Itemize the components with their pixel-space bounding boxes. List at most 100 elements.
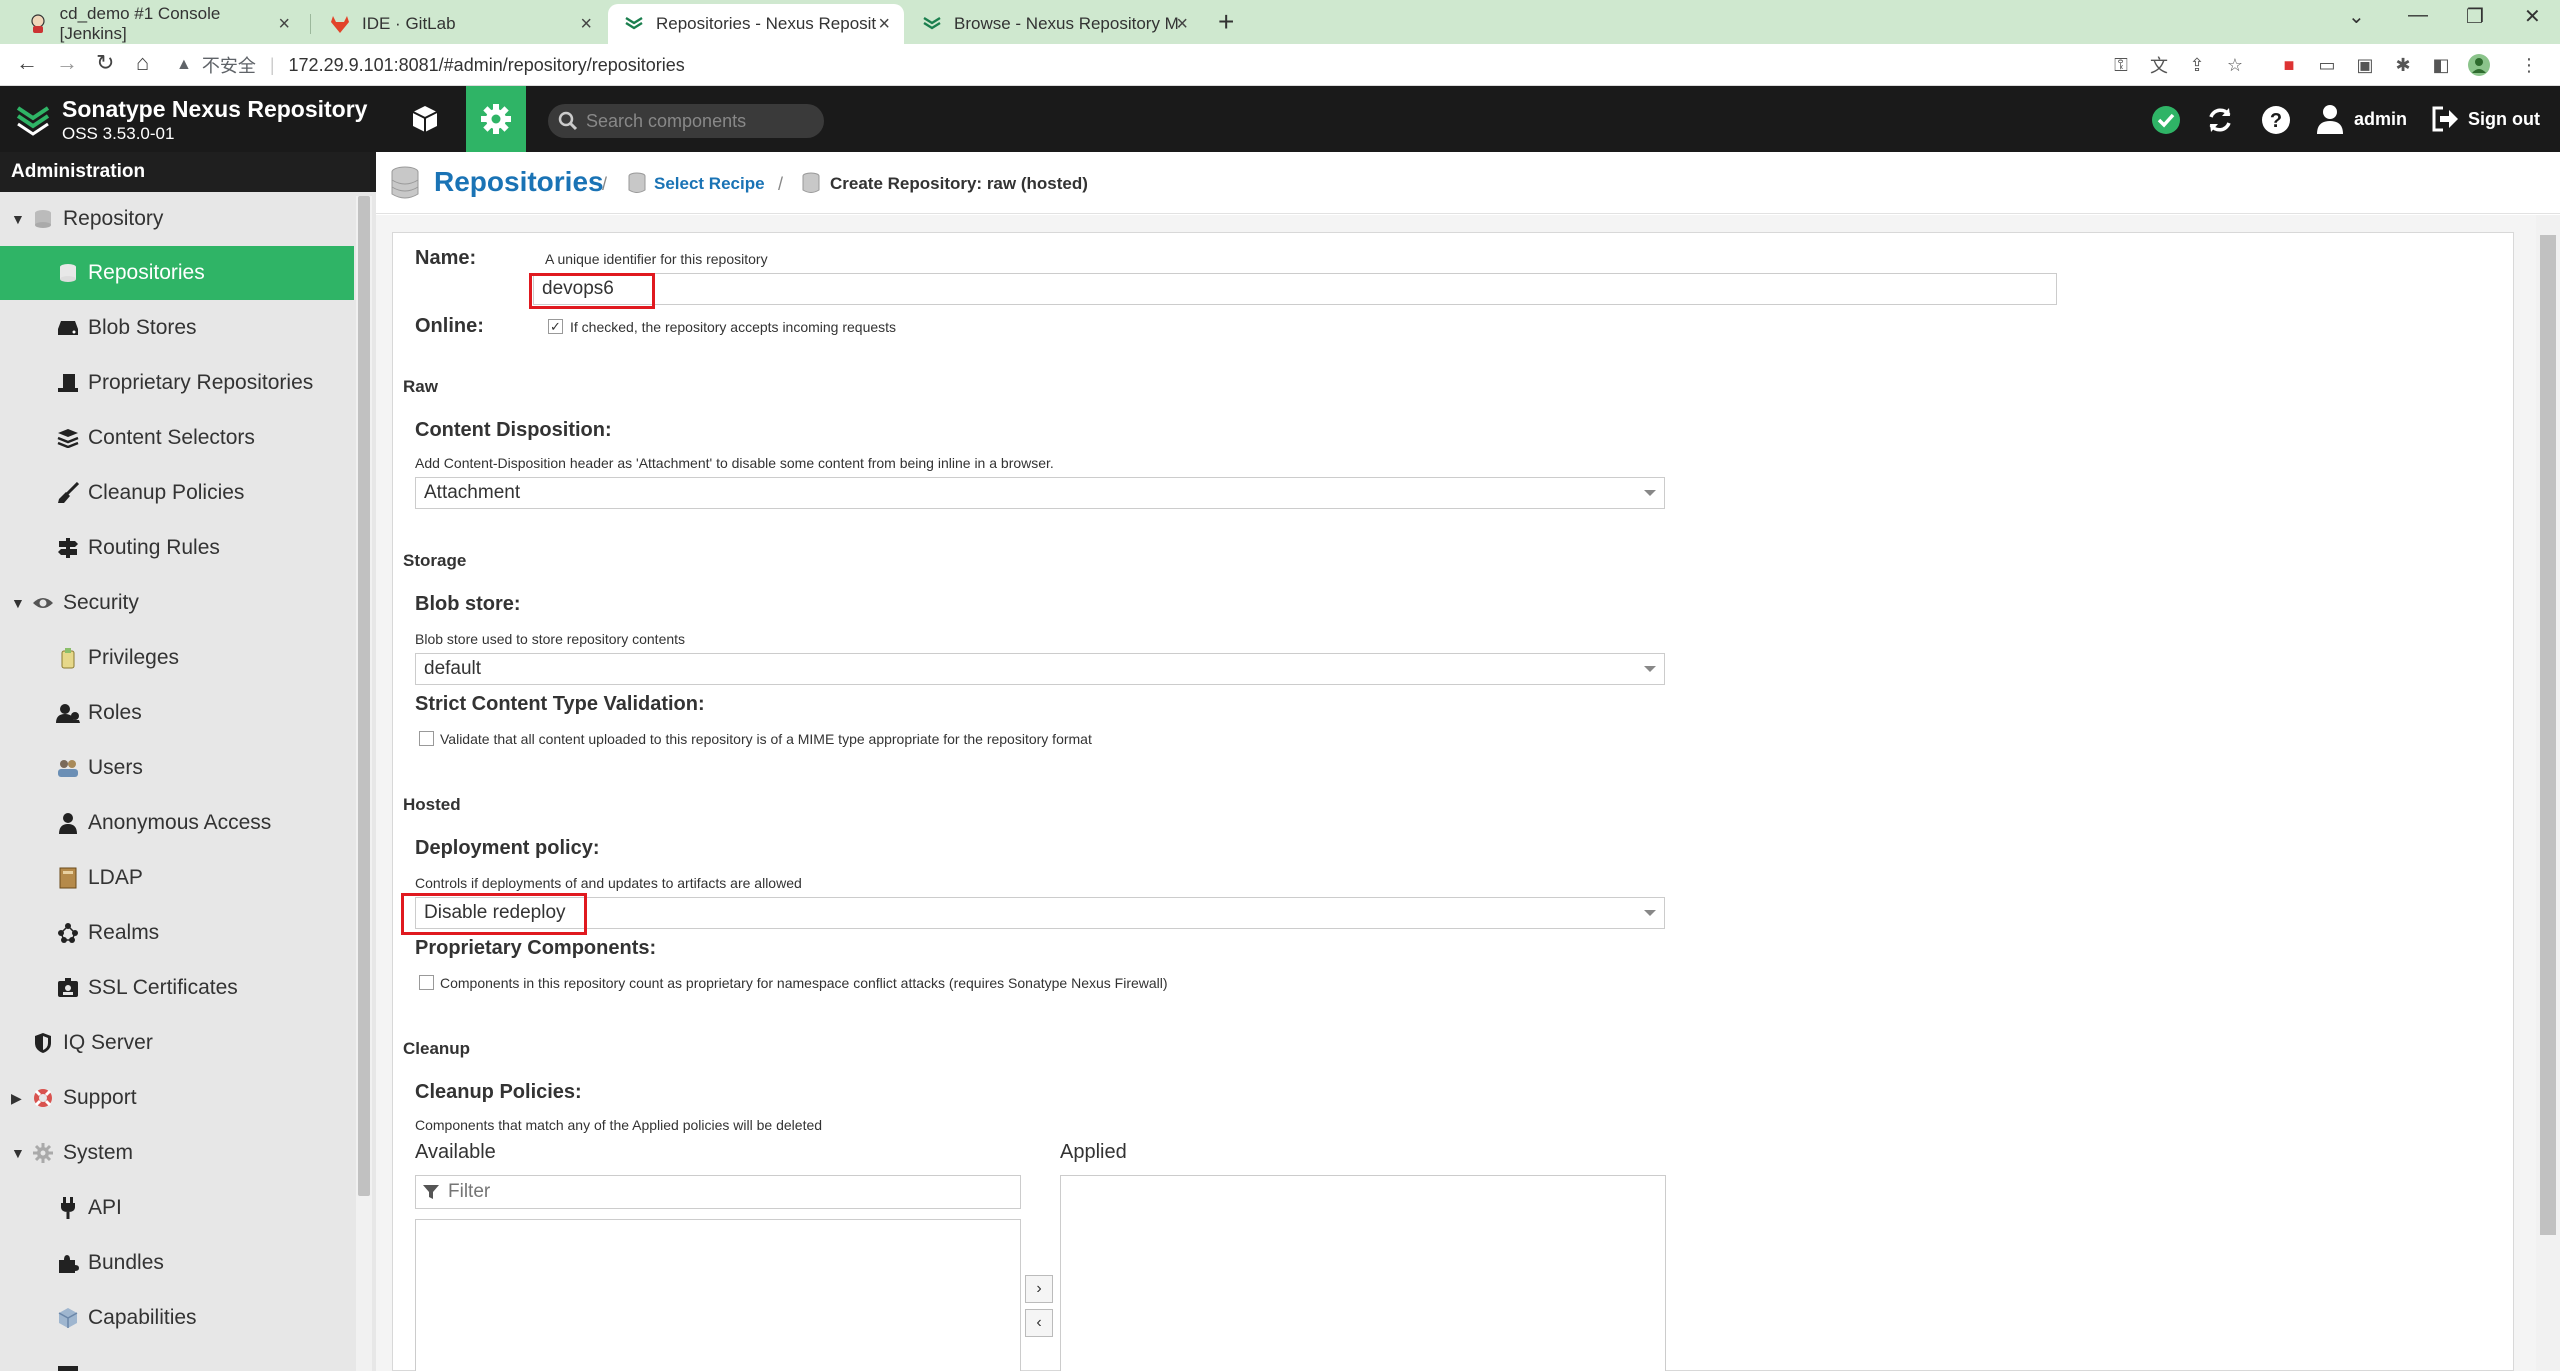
sidebar-item-routing-rules[interactable]: Routing Rules [0,521,354,575]
key-icon[interactable]: ⚿ [2110,54,2132,76]
proprietary-components-checkbox[interactable] [419,975,434,990]
sidebar-item-cleanup-policies[interactable]: Cleanup Policies [0,466,354,520]
reload-icon[interactable]: ↻ [96,50,114,76]
gitlab-icon [330,14,350,34]
sidebar-item-realms[interactable]: Realms [0,906,354,960]
caret-down-icon[interactable]: ▼ [11,211,25,227]
applied-list[interactable] [1060,1175,1666,1371]
help-icon[interactable]: ? [2260,104,2292,136]
user-menu[interactable]: admin [2316,86,2407,152]
extension-red-icon[interactable]: ■ [2278,54,2300,76]
database-icon [802,172,820,193]
hard-drive-icon [56,316,80,340]
chevron-down-icon[interactable] [1644,910,1656,916]
administration-gear-button[interactable] [466,86,526,152]
profile-avatar-icon[interactable] [2468,54,2490,76]
sidebar-item-label: API [88,1196,122,1219]
sidebar-item-repositories[interactable]: Repositories [0,246,354,300]
sidebar-item-security[interactable]: ▼ Security [0,576,354,630]
tab-divider [310,14,311,34]
blob-store-select[interactable]: default [415,653,1665,685]
proprietary-components-help: Components in this repository count as p… [440,975,1168,991]
sidebar-item-iq-server[interactable]: IQ Server [0,1016,354,1070]
bookmark-star-icon[interactable]: ☆ [2224,54,2246,76]
sidebar-item-support[interactable]: ▶ Support [0,1071,354,1125]
tab-repositories[interactable]: Repositories - Nexus Reposito × [608,4,904,44]
browser-menu-icon[interactable]: ⋮ [2518,54,2540,76]
puzzle-extension-icon[interactable]: ✱ [2392,54,2414,76]
search-components-box[interactable] [548,104,824,138]
caret-down-icon[interactable]: ▼ [11,595,25,611]
refresh-icon[interactable] [2204,104,2236,136]
filter-input[interactable] [448,1181,1008,1203]
user-group-icon [56,756,80,780]
available-list[interactable] [415,1219,1021,1371]
sign-out-button[interactable]: Sign out [2432,86,2540,152]
caret-down-icon[interactable]: ▼ [11,1145,25,1161]
username-label: admin [2354,108,2408,129]
sidebar-item-anonymous-access[interactable]: Anonymous Access [0,796,354,850]
online-checkbox[interactable]: ✓ [548,319,563,334]
chevron-down-icon[interactable] [1644,490,1656,496]
system-status-icon[interactable] [2150,104,2182,136]
blob-store-label: Blob store: [415,593,521,615]
sidebar-scrollbar[interactable] [356,196,372,1371]
breadcrumb-separator: / [778,174,784,194]
deployment-policy-select[interactable]: Disable redeploy [415,897,1665,929]
window-close-icon[interactable]: ✕ [2524,4,2541,29]
restore-icon[interactable]: ❐ [2466,4,2484,29]
tab-search-icon[interactable]: ⌄ [2348,4,2365,29]
back-icon[interactable]: ← [16,50,38,76]
content-disposition-select[interactable]: Attachment [415,477,1665,509]
sidebar-item-system[interactable]: ▼ System [0,1126,354,1180]
translate-icon[interactable]: 文 [2148,54,2170,76]
move-left-button[interactable]: ‹ [1025,1309,1053,1337]
sidebar-item-users[interactable]: Users [0,741,354,795]
new-tab-button[interactable]: + [1218,6,1234,38]
create-repository-form: Name: A unique identifier for this repos… [392,232,2514,1371]
browser-tab-bar: cd_demo #1 Console [Jenkins] × IDE · Git… [0,0,2560,44]
sidebar-item-bundles[interactable]: Bundles [0,1236,354,1290]
sidebar-item-proprietary-repositories[interactable]: Proprietary Repositories [0,356,354,410]
sidebar-scrollbar-thumb[interactable] [358,196,370,1196]
chevron-down-icon[interactable] [1644,666,1656,672]
url-field[interactable]: ▲ 不安全 | 172.29.9.101:8081/#admin/reposit… [176,50,2256,80]
sidebar-item-ssl-certificates[interactable]: SSL Certificates [0,961,354,1015]
move-right-button[interactable]: › [1025,1275,1053,1303]
sidebar-item-privileges[interactable]: Privileges [0,631,354,685]
close-icon[interactable]: × [878,13,890,36]
extension-screen-icon[interactable]: ▣ [2354,54,2376,76]
main-scrollbar-thumb[interactable] [2540,235,2556,1235]
filter-box[interactable] [415,1175,1021,1209]
tab-jenkins[interactable]: cd_demo #1 Console [Jenkins] × [12,4,304,44]
tab-browse[interactable]: Browse - Nexus Repository Ma × [906,4,1202,44]
main-scrollbar[interactable] [2536,215,2560,1371]
sidebar-item-capabilities[interactable]: Capabilities [0,1291,354,1345]
breadcrumb-select-recipe[interactable]: Select Recipe [654,174,765,194]
breadcrumb-repositories[interactable]: Repositories [434,166,604,198]
sidebar-item-api[interactable]: API [0,1181,354,1235]
name-input[interactable] [533,273,2057,305]
search-input[interactable] [586,110,806,132]
caret-right-icon[interactable]: ▶ [11,1090,22,1107]
sidebar-item-blob-stores[interactable]: Blob Stores [0,301,354,355]
browse-cube-button[interactable] [400,86,450,152]
close-icon[interactable]: × [1176,13,1188,36]
home-icon[interactable]: ⌂ [136,50,149,76]
strict-content-checkbox[interactable] [419,731,434,746]
sidepanel-icon[interactable]: ◧ [2430,54,2452,76]
sidebar-item-roles[interactable]: Roles [0,686,354,740]
share-icon[interactable]: ⇪ [2186,54,2208,76]
forward-icon[interactable]: → [56,50,78,76]
available-label: Available [415,1141,496,1163]
minimize-icon[interactable]: — [2408,4,2428,27]
extension-gray-icon[interactable]: ▭ [2316,54,2338,76]
tab-gitlab[interactable]: IDE · GitLab × [314,4,606,44]
close-icon[interactable]: × [278,13,290,36]
close-icon[interactable]: × [580,13,592,36]
proprietary-components-label: Proprietary Components: [415,937,657,959]
sidebar-item-label: LDAP [88,866,143,889]
sidebar-item-ldap[interactable]: LDAP [0,851,354,905]
sidebar-item-repository[interactable]: ▼ Repository [0,192,354,246]
sidebar-item-content-selectors[interactable]: Content Selectors [0,411,354,465]
